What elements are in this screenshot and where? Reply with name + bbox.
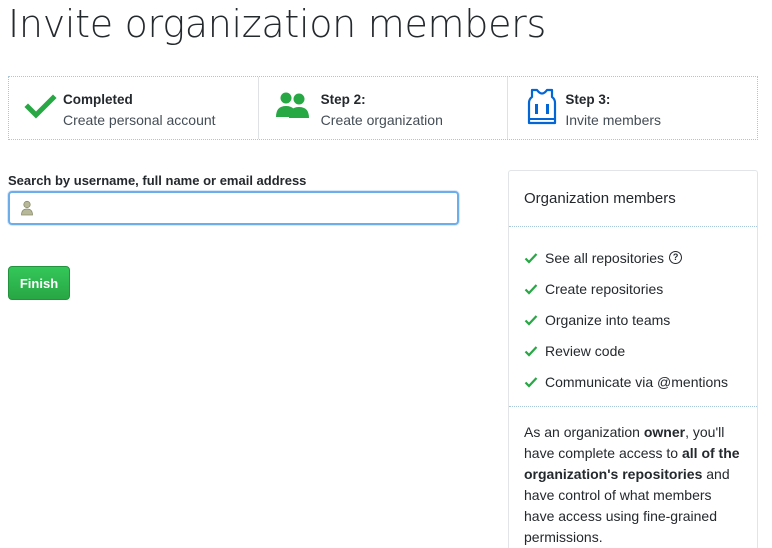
jersey-icon xyxy=(528,88,557,125)
progress-steps: Completed Create personal account Step 2… xyxy=(8,76,758,140)
step-subtitle: Invite members xyxy=(565,112,662,128)
check-icon xyxy=(524,345,538,357)
permission-label: See all repositories xyxy=(545,249,665,266)
page-title: Invite organization members xyxy=(8,2,546,46)
people-icon xyxy=(275,92,309,118)
owner-text-part: As an organization xyxy=(524,424,644,440)
search-label: Search by username, full name or email a… xyxy=(8,173,307,188)
check-icon xyxy=(524,314,538,326)
search-field[interactable] xyxy=(8,191,459,225)
step-subtitle: Create personal account xyxy=(63,112,216,128)
help-icon[interactable]: ? xyxy=(669,251,683,264)
list-item: Create repositories xyxy=(524,273,757,304)
step-heading: Completed xyxy=(63,92,133,107)
step-subtitle: Create organization xyxy=(320,112,443,128)
permission-label: Review code xyxy=(545,342,626,359)
finish-button[interactable]: Finish xyxy=(8,266,70,300)
check-icon xyxy=(524,376,538,388)
check-icon xyxy=(24,94,57,119)
step-heading: Step 3: xyxy=(565,92,611,107)
permission-list: See all repositories ? Create repositori… xyxy=(509,227,757,407)
owner-description: As an organization owner, you'll have co… xyxy=(509,407,757,548)
search-input[interactable] xyxy=(38,197,448,219)
list-item: See all repositories ? xyxy=(524,242,757,273)
permission-label: Organize into teams xyxy=(545,311,671,328)
panel-title: Organization members xyxy=(509,171,757,227)
list-item: Review code xyxy=(524,335,757,366)
permission-label: Create repositories xyxy=(545,280,664,297)
organization-members-panel: Organization members See all repositorie… xyxy=(508,170,758,548)
owner-emphasis: owner xyxy=(643,424,686,440)
permission-label: Communicate via @mentions xyxy=(545,373,729,390)
step-completed: Completed Create personal account xyxy=(9,77,258,139)
user-icon xyxy=(21,200,33,216)
step-create-organization: Step 2: Create organization xyxy=(257,77,508,139)
step-invite-members: Step 3: Invite members xyxy=(507,77,757,139)
list-item: Organize into teams xyxy=(524,304,757,335)
list-item: Communicate via @mentions xyxy=(524,366,757,397)
step-heading: Step 2: xyxy=(320,92,366,107)
check-icon xyxy=(524,252,538,264)
check-icon xyxy=(524,283,538,295)
